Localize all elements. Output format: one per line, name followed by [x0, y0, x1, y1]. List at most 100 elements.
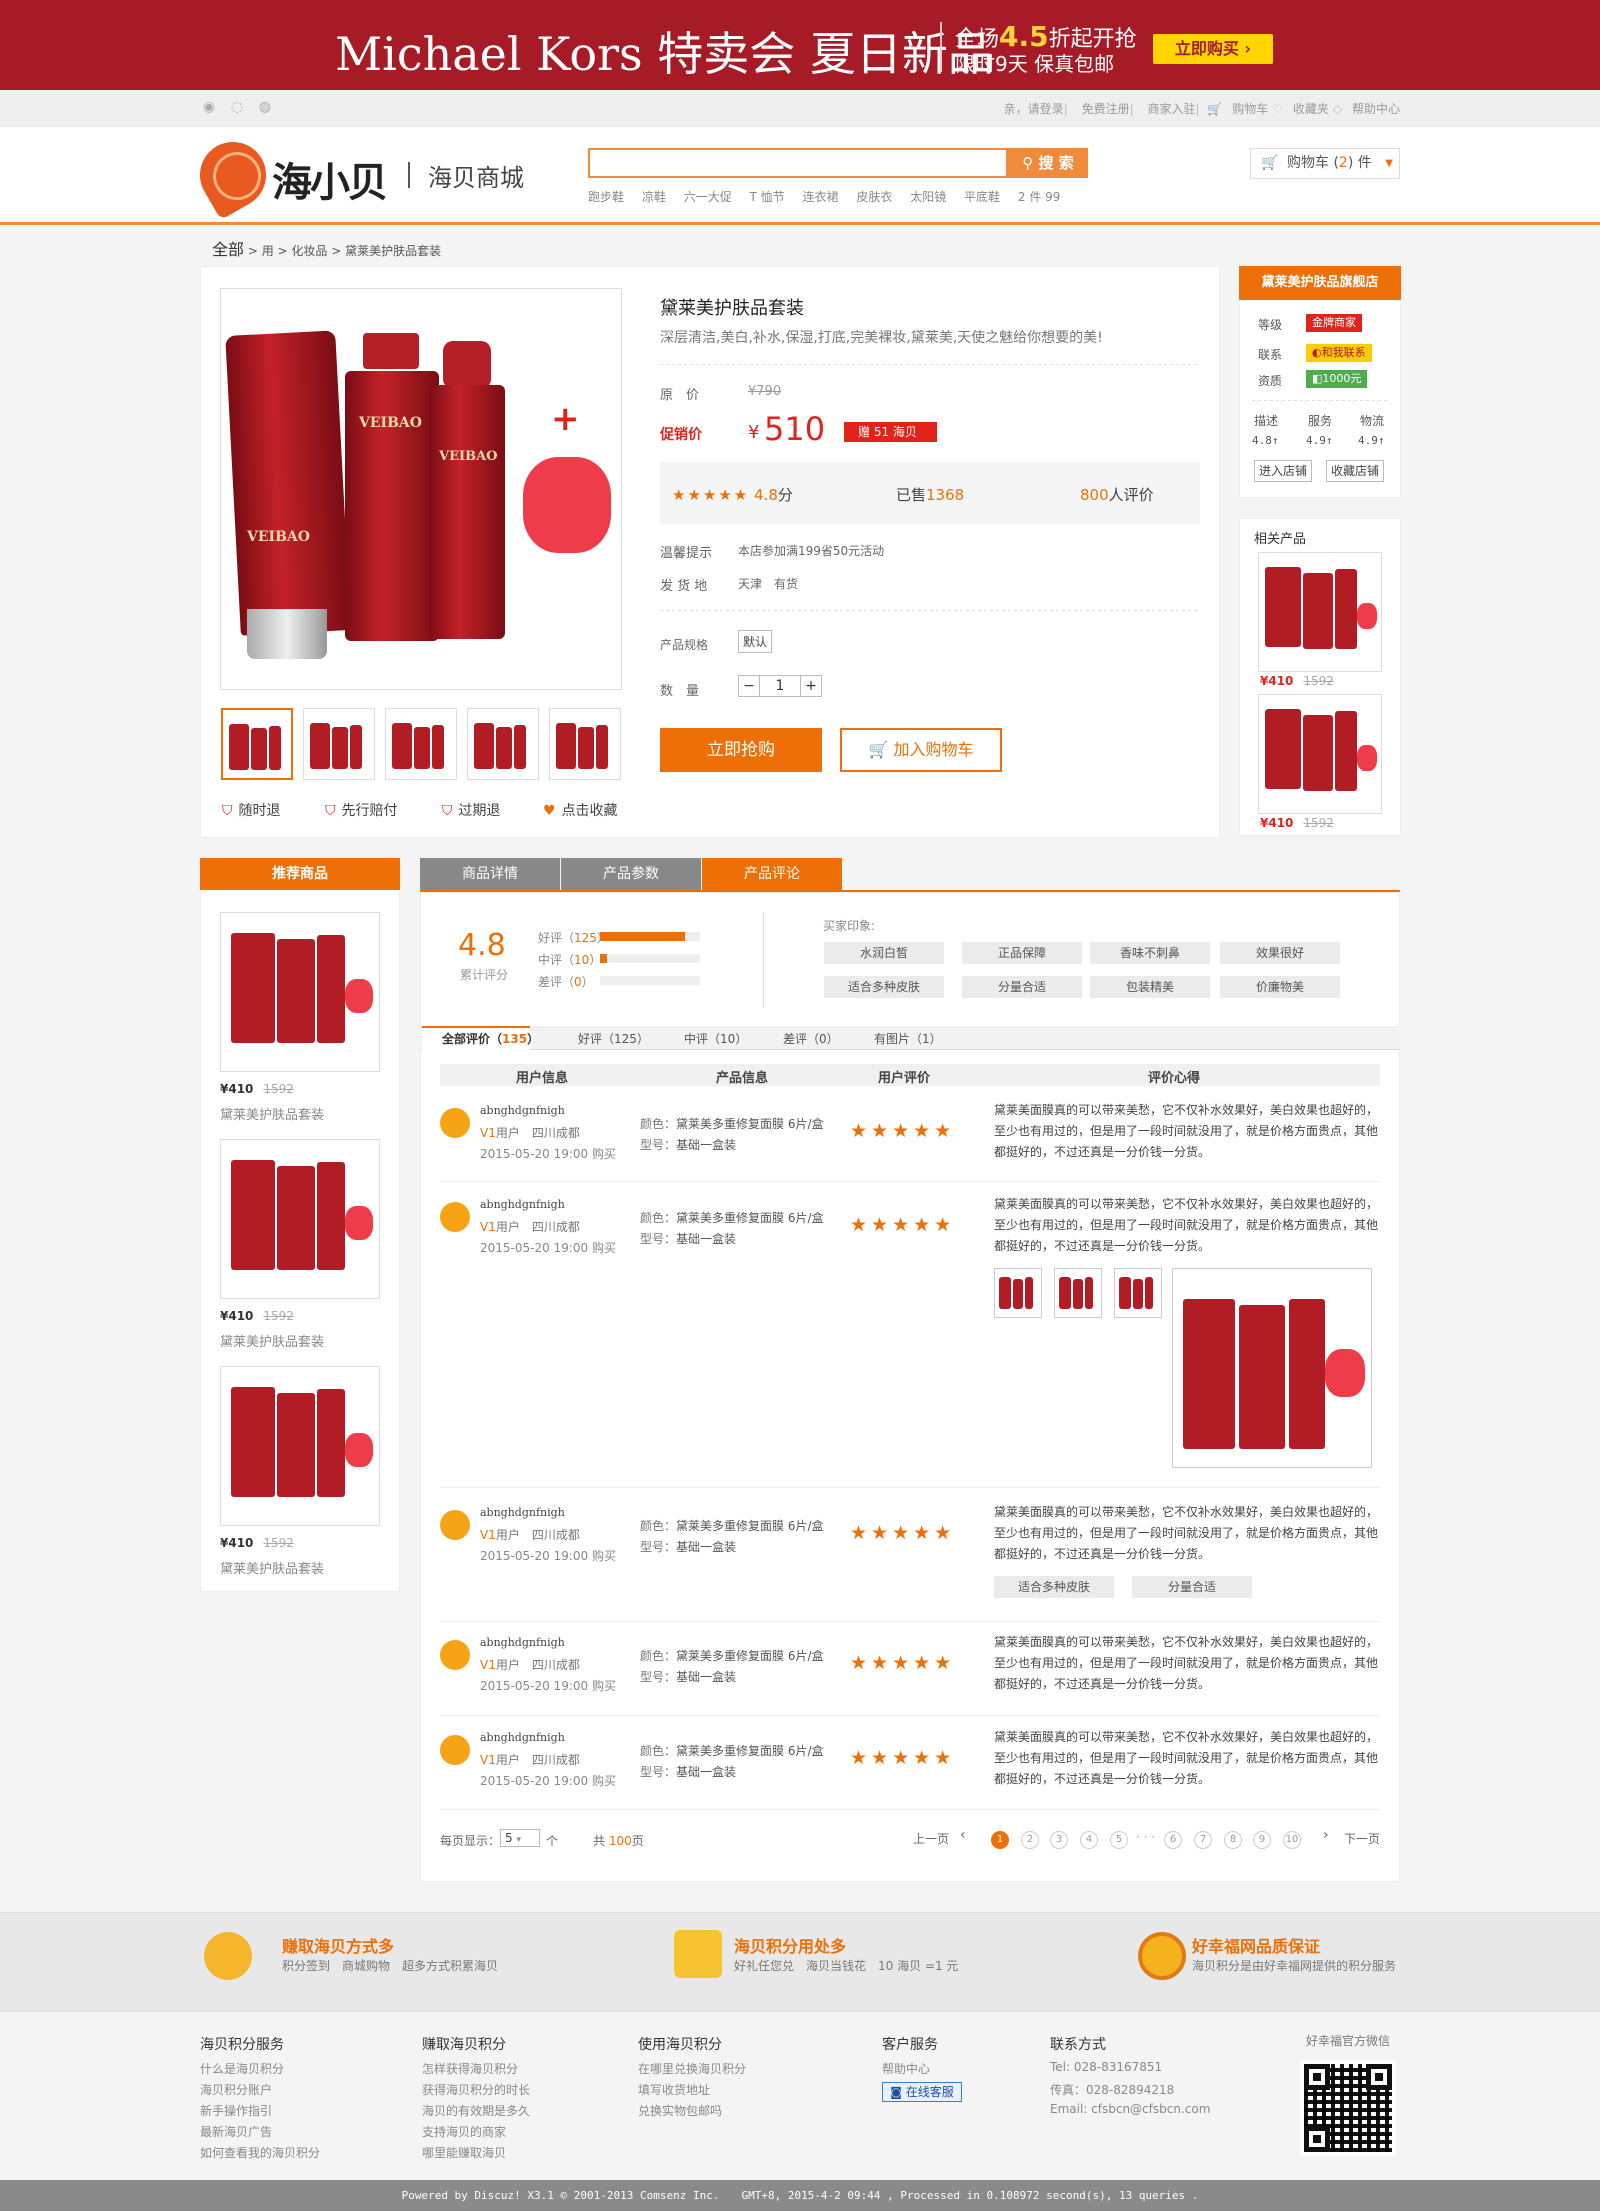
footer-link[interactable]: 在哪里兑换海贝积分: [638, 2060, 746, 2077]
hot-word[interactable]: 平底鞋: [964, 190, 1000, 204]
page-button[interactable]: 3: [1050, 1831, 1068, 1849]
product-thumbnail[interactable]: [385, 708, 457, 780]
page-button[interactable]: 4: [1080, 1831, 1098, 1849]
footer-link[interactable]: 怎样获得海贝积分: [422, 2060, 518, 2077]
impression-tag[interactable]: 分量合适: [962, 976, 1082, 998]
product-thumbnail[interactable]: [549, 708, 621, 780]
footer-link[interactable]: 哪里能赚取海贝: [422, 2144, 506, 2161]
next-page-button[interactable]: 下一页: [1344, 1830, 1380, 1847]
review-image-thumb[interactable]: [1114, 1268, 1162, 1318]
related-product-image[interactable]: [1258, 552, 1382, 672]
spec-option[interactable]: 默认: [738, 630, 773, 653]
enter-store-button[interactable]: 进入店铺: [1254, 460, 1312, 482]
filter-bad[interactable]: 差评（0）: [783, 1030, 839, 1047]
impression-tag[interactable]: 适合多种皮肤: [824, 976, 944, 998]
wechat-icon[interactable]: ◍: [256, 99, 274, 117]
filter-good[interactable]: 好评（125）: [578, 1030, 649, 1047]
hot-word[interactable]: 2 件 99: [1018, 190, 1061, 204]
banner-buy-button[interactable]: 立即购买 ›: [1153, 34, 1273, 64]
logo-text[interactable]: 海小贝: [272, 150, 388, 208]
qty-input[interactable]: 1: [759, 675, 801, 697]
footer-link[interactable]: 海贝的有效期是多久: [422, 2102, 530, 2119]
hot-word[interactable]: 皮肤衣: [856, 190, 892, 204]
tab-details[interactable]: 商品详情: [420, 858, 560, 890]
help-link[interactable]: 帮助中心: [1352, 102, 1400, 116]
add-to-cart-button[interactable]: 🛒 加入购物车: [840, 728, 1002, 772]
filter-images[interactable]: 有图片（1）: [874, 1030, 942, 1047]
recommend-image[interactable]: [220, 1366, 380, 1526]
online-service-button[interactable]: ◙ 在线客服: [882, 2082, 962, 2102]
page-button[interactable]: 9: [1253, 1831, 1271, 1849]
footer-link[interactable]: 如何查看我的海贝积分: [200, 2144, 320, 2161]
page-button[interactable]: 10: [1283, 1831, 1301, 1849]
favorite-button[interactable]: ♥ 点击收藏: [543, 800, 618, 820]
hot-word[interactable]: 六一大促: [684, 190, 732, 204]
hot-word[interactable]: 跑步鞋: [588, 190, 624, 204]
footer-link[interactable]: 兑换实物包邮吗: [638, 2102, 722, 2119]
impression-tag[interactable]: 包装精美: [1090, 976, 1210, 998]
avatar[interactable]: [440, 1735, 470, 1765]
product-main-image[interactable]: VEIBAO VEIBAO VEIBAO +: [220, 288, 622, 690]
impression-tag[interactable]: 价廉物美: [1220, 976, 1340, 998]
product-thumbnail[interactable]: [303, 708, 375, 780]
store-name[interactable]: 黛莱美护肤品旗舰店: [1239, 266, 1401, 300]
page-button[interactable]: 6: [1164, 1831, 1182, 1849]
product-thumbnail[interactable]: [221, 708, 293, 780]
recommend-name[interactable]: 黛莱美护肤品套装: [220, 1104, 324, 1123]
register-link[interactable]: 免费注册: [1082, 102, 1130, 116]
footer-link[interactable]: 帮助中心: [882, 2060, 930, 2077]
recommend-image[interactable]: [220, 912, 380, 1072]
footer-link[interactable]: 获得海贝积分的时长: [422, 2081, 530, 2098]
hot-word[interactable]: 连衣裙: [803, 190, 839, 204]
footer-link[interactable]: 填写收货地址: [638, 2081, 710, 2098]
buy-now-button[interactable]: 立即抢购: [660, 728, 822, 772]
collect-store-button[interactable]: 收藏店铺: [1326, 460, 1384, 482]
review-image-thumb[interactable]: [1054, 1268, 1102, 1318]
page-button[interactable]: 7: [1194, 1831, 1212, 1849]
topbar-cart-link[interactable]: 购物车: [1232, 102, 1268, 116]
store-contact-button[interactable]: ◐和我联系: [1306, 344, 1372, 362]
product-thumbnail[interactable]: [467, 708, 539, 780]
page-button[interactable]: 1: [991, 1831, 1009, 1849]
qty-minus-button[interactable]: −: [738, 675, 760, 697]
review-image-thumb[interactable]: [994, 1268, 1042, 1318]
merchant-link[interactable]: 商家入驻: [1147, 102, 1195, 116]
footer-link[interactable]: 新手操作指引: [200, 2102, 272, 2119]
impression-tag[interactable]: 水润白皙: [824, 942, 944, 964]
recommend-image[interactable]: [220, 1139, 380, 1299]
avatar[interactable]: [440, 1640, 470, 1670]
footer-link[interactable]: 什么是海贝积分: [200, 2060, 284, 2077]
breadcrumb-root[interactable]: 全部: [212, 240, 244, 259]
page-button[interactable]: 2: [1021, 1831, 1039, 1849]
footer-link[interactable]: 支持海贝的商家: [422, 2123, 506, 2140]
avatar[interactable]: [440, 1510, 470, 1540]
review-count[interactable]: 800人评价: [1080, 484, 1154, 505]
tab-reviews[interactable]: 产品评论: [702, 858, 842, 890]
chevron-left-icon[interactable]: ‹: [960, 1827, 966, 1843]
weibo-icon[interactable]: ◉: [200, 99, 218, 117]
review-image-large[interactable]: [1172, 1268, 1372, 1468]
impression-tag[interactable]: 效果很好: [1220, 942, 1340, 964]
footer-link[interactable]: 最新海贝广告: [200, 2123, 272, 2140]
hot-word[interactable]: T 恤节: [750, 190, 785, 204]
favorites-link[interactable]: 收藏夹: [1293, 102, 1329, 116]
page-button[interactable]: 5: [1110, 1831, 1128, 1849]
filter-all[interactable]: 全部评价（135）: [442, 1030, 539, 1047]
recommend-name[interactable]: 黛莱美护肤品套装: [220, 1558, 324, 1577]
avatar[interactable]: [440, 1108, 470, 1138]
hot-word[interactable]: 凉鞋: [642, 190, 666, 204]
page-button[interactable]: 8: [1224, 1831, 1242, 1849]
impression-tag[interactable]: 正品保障: [962, 942, 1082, 964]
per-page-select[interactable]: 5 ▾: [500, 1829, 540, 1847]
qty-plus-button[interactable]: +: [800, 675, 822, 697]
footer-contact[interactable]: Email: cfsbcn@cfsbcn.com: [1050, 2102, 1210, 2116]
search-input[interactable]: [588, 148, 1008, 178]
impression-tag[interactable]: 香味不刺鼻: [1090, 942, 1210, 964]
breadcrumb-item[interactable]: 化妆品: [291, 244, 327, 258]
search-button[interactable]: ⚲ 搜 索: [1008, 148, 1088, 178]
promo-banner[interactable]: Michael Kors 特卖会 夏日新品 全场4.5折起开抢 限时9天 保真包…: [0, 0, 1600, 90]
avatar[interactable]: [440, 1202, 470, 1232]
related-product-image[interactable]: [1258, 694, 1382, 814]
recommend-name[interactable]: 黛莱美护肤品套装: [220, 1331, 324, 1350]
hot-word[interactable]: 太阳镜: [910, 190, 946, 204]
